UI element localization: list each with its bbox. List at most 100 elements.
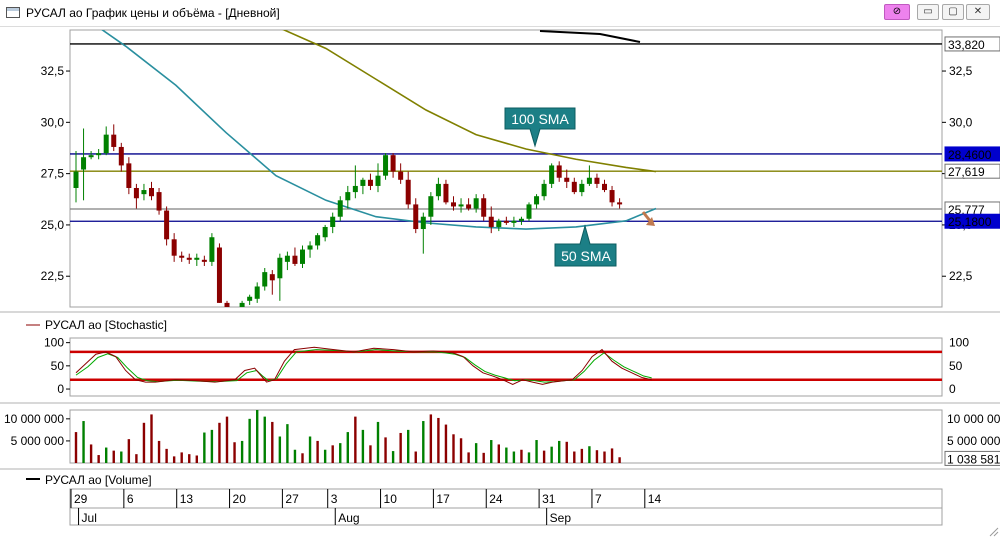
volume-bar (482, 452, 485, 463)
candle-up (232, 309, 237, 317)
volume-bar (550, 446, 553, 463)
volume-bar (384, 437, 387, 463)
volume-bar (256, 410, 259, 463)
candle-down (126, 163, 132, 188)
volume-bar (512, 451, 516, 463)
volume-bar (225, 416, 229, 463)
volume-last-label: 1 038 581 (947, 452, 1000, 466)
candle-down (201, 259, 207, 262)
volume-bar (188, 454, 191, 463)
volume-tick-label: 5 000 000 (11, 434, 65, 448)
volume-bar (407, 429, 410, 463)
candle-down (390, 155, 396, 172)
price-tick-label: 25,0 (41, 218, 65, 232)
candle-up (88, 155, 94, 158)
candle-down (398, 171, 404, 180)
volume-bar (195, 455, 198, 463)
candle-up (435, 183, 441, 197)
candle-down (594, 177, 600, 184)
price-label: 28,4600 (948, 148, 992, 162)
candle-down (269, 274, 275, 281)
volume-bar (527, 452, 531, 463)
stochastic-pane-frame (69, 337, 943, 397)
candle-up (496, 220, 502, 227)
volume-bar (316, 440, 319, 463)
volume-bar (120, 451, 123, 463)
volume-bar (444, 424, 448, 463)
candle-down (451, 202, 456, 207)
candle-down (164, 210, 170, 240)
volume-bar (505, 447, 508, 463)
stochastic-tick-label-right: 100 (949, 336, 969, 350)
price-tick-label: 27,5 (41, 167, 65, 181)
candle-up (360, 179, 366, 186)
candle-up (337, 200, 343, 217)
candle-up (322, 226, 328, 238)
stochastic-tick-label: 50 (51, 359, 65, 373)
volume-bar (74, 432, 78, 463)
candle-down (609, 190, 615, 203)
volume-bar (580, 448, 584, 463)
volume-bar (361, 429, 365, 463)
volume-bar (565, 441, 568, 463)
volume-bar (263, 416, 266, 463)
volume-bar (105, 447, 108, 463)
volume-bar (218, 422, 221, 463)
candle-up (307, 245, 313, 250)
candle-down (488, 216, 494, 227)
volume-bar (301, 453, 304, 463)
volume-bar (542, 450, 546, 463)
candle-up (458, 204, 464, 207)
volume-bar (339, 443, 342, 463)
pin-button[interactable]: ⊘ (884, 4, 910, 20)
volume-bar (323, 449, 327, 463)
volume-bar (422, 421, 425, 463)
candle-down (564, 177, 570, 182)
maximize-button[interactable]: ▢ (942, 4, 964, 20)
candle-up (383, 155, 389, 176)
volume-bar (490, 440, 493, 463)
candle-up (330, 216, 336, 227)
stochastic-tick-label: 100 (44, 336, 64, 350)
day-label: 20 (233, 492, 247, 506)
candle-down (216, 247, 222, 303)
day-label: 3 (331, 492, 338, 506)
day-label: 14 (648, 492, 662, 506)
candle-down (617, 202, 623, 205)
volume-tick-label-right: 5 000 000 (947, 434, 1000, 448)
volume-bar (203, 432, 206, 463)
volume-bar (346, 432, 349, 463)
volume-bar (210, 429, 214, 463)
stochastic-legend: РУСАЛ ао [Stochastic] (45, 318, 167, 332)
candle-up (254, 286, 260, 299)
stochastic-tick-label: 0 (57, 382, 64, 396)
candle-up (96, 153, 102, 156)
volume-bar (588, 446, 591, 463)
candle-up (247, 296, 253, 301)
candle-down (186, 257, 192, 260)
close-button[interactable]: ✕ (966, 4, 990, 20)
candle-up (511, 220, 517, 223)
volume-bar (467, 452, 470, 463)
chart-area[interactable]: 32,532,530,030,027,527,525,025,022,522,5… (0, 26, 1000, 539)
price-tick-label: 32,5 (41, 64, 65, 78)
volume-tick-label-right: 10 000 000 (947, 412, 1000, 426)
volume-bar (286, 424, 289, 463)
candle-down (171, 239, 177, 256)
candle-up (420, 216, 426, 230)
candle-up (549, 165, 555, 184)
volume-bar (452, 434, 455, 463)
volume-bar (414, 451, 417, 463)
volume-bar (535, 440, 538, 463)
month-label: Sep (550, 511, 572, 525)
candle-down (571, 181, 577, 193)
volume-bar (180, 452, 183, 463)
candle-down (179, 255, 185, 258)
candle-up (586, 177, 592, 184)
volume-bar (308, 436, 312, 463)
candle-down (556, 165, 562, 178)
volume-bar (150, 414, 153, 463)
minimize-button[interactable]: ▭ (917, 4, 939, 20)
candle-up (103, 134, 109, 154)
candle-down (602, 183, 607, 191)
